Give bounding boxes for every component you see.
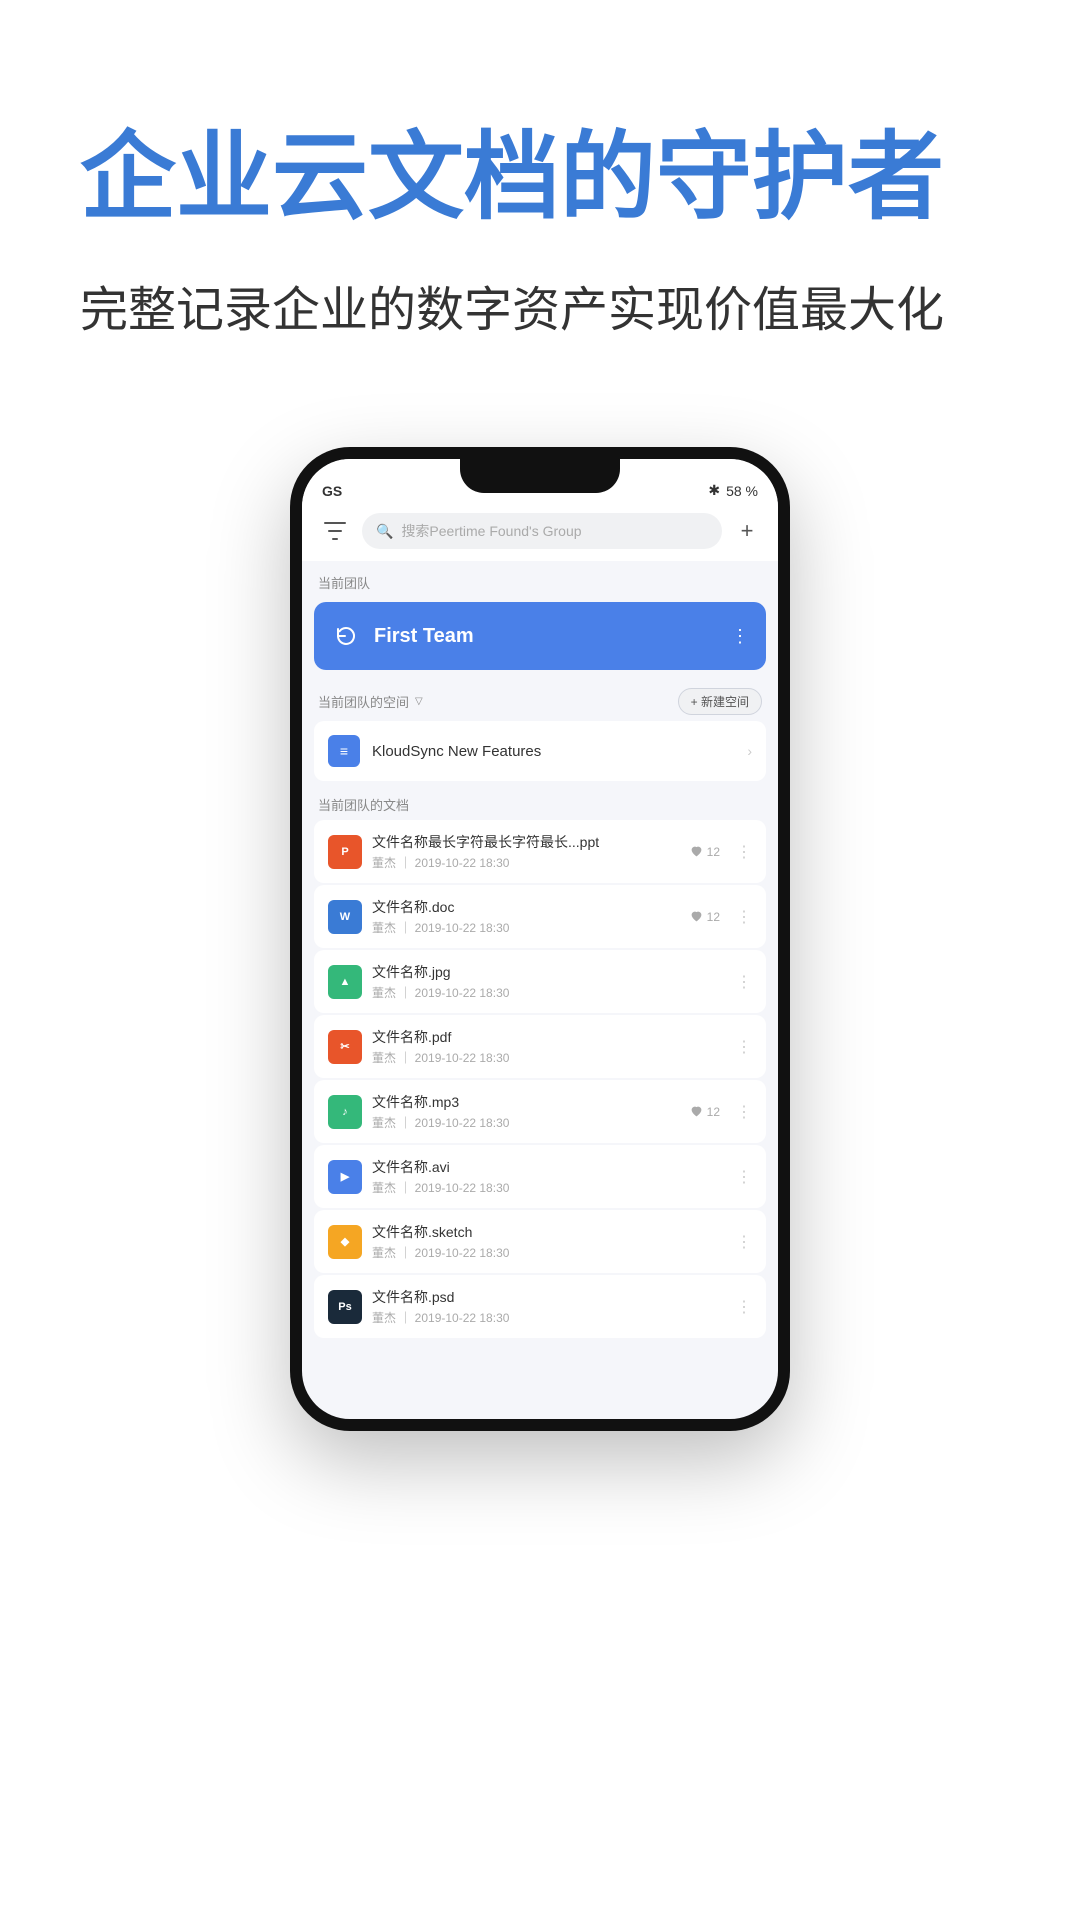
file-item[interactable]: W 文件名称.doc 董杰 ｜ 2019-10-22 18:30 12 ⋮: [314, 885, 766, 948]
file-more-icon[interactable]: ⋮: [730, 1232, 752, 1252]
file-more-icon[interactable]: ⋮: [730, 842, 752, 862]
file-info: 文件名称.avi 董杰 ｜ 2019-10-22 18:30: [372, 1157, 720, 1196]
phone-mockup: GS ✱ 58 % 🔍 搜索Peertime Found's Group +: [290, 447, 790, 1431]
file-meta: 董杰 ｜ 2019-10-22 18:30: [372, 1309, 720, 1326]
spaces-header: 当前团队的空间 ▽ + 新建空间: [302, 678, 778, 721]
spaces-label: 当前团队的空间: [318, 692, 409, 711]
file-info: 文件名称最长字符最长字符最长...ppt 董杰 ｜ 2019-10-22 18:…: [372, 832, 680, 871]
search-placeholder: 搜索Peertime Found's Group: [401, 521, 581, 541]
file-likes: 12: [690, 910, 720, 924]
files-list: P 文件名称最长字符最长字符最长...ppt 董杰 ｜ 2019-10-22 1…: [302, 820, 778, 1338]
search-icon: 🔍: [376, 523, 393, 540]
file-item[interactable]: ✂ 文件名称.pdf 董杰 ｜ 2019-10-22 18:30 ⋮: [314, 1015, 766, 1078]
file-info: 文件名称.psd 董杰 ｜ 2019-10-22 18:30: [372, 1287, 720, 1326]
file-type-icon: ✂: [328, 1030, 362, 1064]
file-name: 文件名称.avi: [372, 1157, 720, 1177]
carrier-text: GS: [322, 483, 342, 499]
file-name: 文件名称最长字符最长字符最长...ppt: [372, 832, 680, 852]
file-info: 文件名称.pdf 董杰 ｜ 2019-10-22 18:30: [372, 1027, 720, 1066]
phone-notch: [460, 459, 620, 493]
spaces-filter-icon[interactable]: ▽: [415, 696, 423, 707]
battery-text: ✱ 58 %: [708, 482, 758, 499]
docs-label: 当前团队的文档: [302, 783, 778, 820]
file-more-icon[interactable]: ⋮: [730, 1297, 752, 1317]
file-item[interactable]: ▲ 文件名称.jpg 董杰 ｜ 2019-10-22 18:30 ⋮: [314, 950, 766, 1013]
file-meta: 董杰 ｜ 2019-10-22 18:30: [372, 854, 680, 871]
space-icon: ≡: [328, 735, 360, 767]
bluetooth-icon: ✱: [708, 482, 720, 499]
file-type-icon: W: [328, 900, 362, 934]
team-card[interactable]: First Team ⋮: [314, 602, 766, 670]
file-item[interactable]: ♪ 文件名称.mp3 董杰 ｜ 2019-10-22 18:30 12 ⋮: [314, 1080, 766, 1143]
file-item[interactable]: ◆ 文件名称.sketch 董杰 ｜ 2019-10-22 18:30 ⋮: [314, 1210, 766, 1273]
space-item[interactable]: ≡ KloudSync New Features ›: [314, 721, 766, 781]
hero-title: 企业云文档的守护者: [80, 120, 1000, 235]
file-more-icon[interactable]: ⋮: [730, 1102, 752, 1122]
file-type-icon: ◆: [328, 1225, 362, 1259]
file-likes: 12: [690, 845, 720, 859]
team-refresh-icon: [330, 620, 362, 652]
search-box[interactable]: 🔍 搜索Peertime Found's Group: [362, 513, 722, 549]
file-name: 文件名称.mp3: [372, 1092, 680, 1112]
add-button[interactable]: +: [732, 516, 762, 546]
team-more-icon[interactable]: ⋮: [731, 626, 750, 647]
file-more-icon[interactable]: ⋮: [730, 972, 752, 992]
file-name: 文件名称.doc: [372, 897, 680, 917]
file-more-icon[interactable]: ⋮: [730, 1167, 752, 1187]
file-item[interactable]: Ps 文件名称.psd 董杰 ｜ 2019-10-22 18:30 ⋮: [314, 1275, 766, 1338]
file-meta: 董杰 ｜ 2019-10-22 18:30: [372, 1244, 720, 1261]
file-info: 文件名称.sketch 董杰 ｜ 2019-10-22 18:30: [372, 1222, 720, 1261]
file-type-icon: ♪: [328, 1095, 362, 1129]
space-chevron-icon: ›: [747, 743, 752, 759]
file-info: 文件名称.jpg 董杰 ｜ 2019-10-22 18:30: [372, 962, 720, 1001]
file-meta: 董杰 ｜ 2019-10-22 18:30: [372, 1114, 680, 1131]
file-meta: 董杰 ｜ 2019-10-22 18:30: [372, 1049, 720, 1066]
team-name: First Team: [374, 625, 719, 648]
filter-icon[interactable]: [318, 514, 352, 548]
space-name: KloudSync New Features: [372, 743, 735, 760]
current-team-label: 当前团队: [302, 561, 778, 598]
file-type-icon: P: [328, 835, 362, 869]
hero-subtitle: 完整记录企业的数字资产实现价值最大化: [80, 275, 1000, 347]
file-item[interactable]: P 文件名称最长字符最长字符最长...ppt 董杰 ｜ 2019-10-22 1…: [314, 820, 766, 883]
file-name: 文件名称.psd: [372, 1287, 720, 1307]
file-type-icon: Ps: [328, 1290, 362, 1324]
phone-screen: GS ✱ 58 % 🔍 搜索Peertime Found's Group +: [302, 459, 778, 1419]
search-area: 🔍 搜索Peertime Found's Group +: [302, 503, 778, 561]
file-type-icon: ▶: [328, 1160, 362, 1194]
file-type-icon: ▲: [328, 965, 362, 999]
battery-level: 58 %: [726, 483, 758, 499]
file-item[interactable]: ▶ 文件名称.avi 董杰 ｜ 2019-10-22 18:30 ⋮: [314, 1145, 766, 1208]
file-meta: 董杰 ｜ 2019-10-22 18:30: [372, 1179, 720, 1196]
file-meta: 董杰 ｜ 2019-10-22 18:30: [372, 984, 720, 1001]
spaces-label-group: 当前团队的空间 ▽: [318, 692, 423, 711]
file-more-icon[interactable]: ⋮: [730, 907, 752, 927]
phone-wrapper: GS ✱ 58 % 🔍 搜索Peertime Found's Group +: [0, 447, 1080, 1491]
spaces-list: ≡ KloudSync New Features ›: [302, 721, 778, 781]
file-name: 文件名称.pdf: [372, 1027, 720, 1047]
file-meta: 董杰 ｜ 2019-10-22 18:30: [372, 919, 680, 936]
file-more-icon[interactable]: ⋮: [730, 1037, 752, 1057]
hero-section: 企业云文档的守护者 完整记录企业的数字资产实现价值最大化: [0, 0, 1080, 387]
file-name: 文件名称.jpg: [372, 962, 720, 982]
file-info: 文件名称.doc 董杰 ｜ 2019-10-22 18:30: [372, 897, 680, 936]
file-info: 文件名称.mp3 董杰 ｜ 2019-10-22 18:30: [372, 1092, 680, 1131]
new-space-button[interactable]: + 新建空间: [678, 688, 762, 715]
file-likes: 12: [690, 1105, 720, 1119]
file-name: 文件名称.sketch: [372, 1222, 720, 1242]
